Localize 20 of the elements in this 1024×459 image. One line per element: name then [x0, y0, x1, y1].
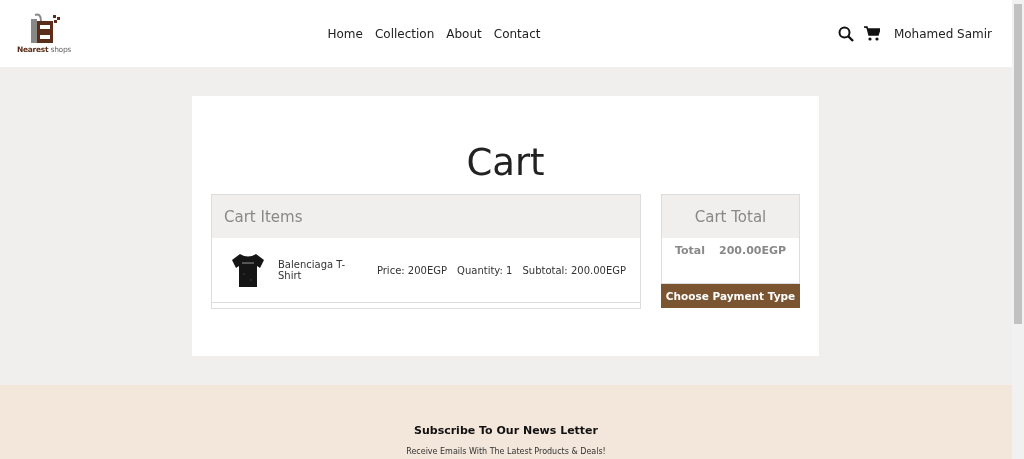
product-subtotal: Subtotal: 200.00EGP: [522, 264, 626, 276]
page-title: Cart: [465, 140, 546, 186]
total-amount: 200.00EGP: [719, 244, 787, 259]
nav-link[interactable]: Contact: [493, 26, 541, 41]
product-quantity: Quantity: 1: [457, 264, 513, 276]
user-name-link[interactable]: Mohamed Samir: [893, 26, 992, 41]
scrollbar-thumb[interactable]: [1014, 4, 1022, 324]
search-icon[interactable]: [837, 25, 854, 42]
nav-link[interactable]: About: [446, 26, 482, 41]
cart-icon[interactable]: [863, 26, 880, 41]
newsletter-text: Receive Emails With The Latest Products & Deals!: [406, 447, 606, 456]
product-name: Balenciaga T-Shirt: [278, 259, 347, 281]
panel-header: Cart Total: [661, 194, 800, 238]
product-price: Price: 200EGP: [376, 264, 448, 276]
nav-link[interactable]: Collection: [374, 26, 435, 41]
total-label: Total: [674, 244, 705, 259]
panel-header: Cart Items: [212, 195, 640, 238]
newsletter-title: Subscribe To Our News Letter: [414, 424, 598, 437]
nav-link[interactable]: Home: [327, 26, 363, 41]
choose-payment-button[interactable]: Choose Payment Type: [661, 284, 800, 308]
